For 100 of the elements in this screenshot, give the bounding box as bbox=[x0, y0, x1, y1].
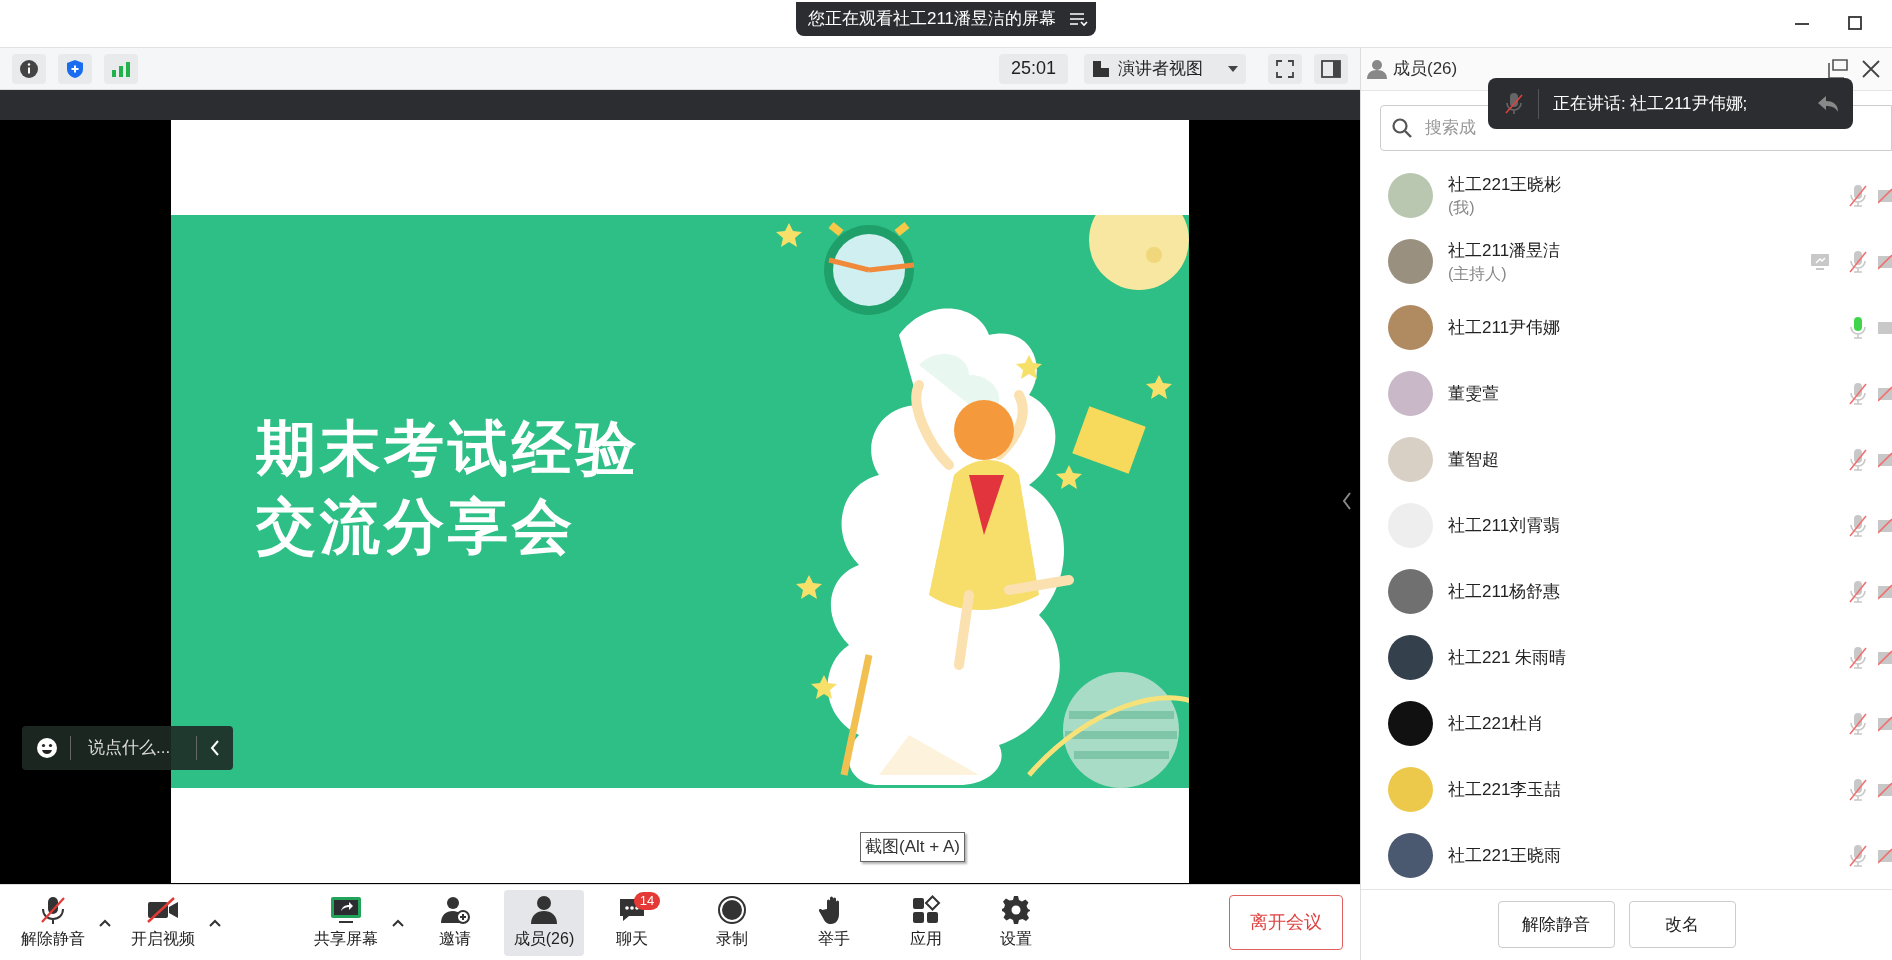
toolbar-button[interactable]: 成员(26) bbox=[504, 889, 584, 956]
member-name: 社工221 朱雨晴 bbox=[1448, 646, 1567, 669]
add-person-icon bbox=[440, 894, 470, 925]
view-mode-dropdown[interactable]: 演讲者视图 bbox=[1084, 53, 1246, 84]
collapse-chevron-icon[interactable] bbox=[1342, 492, 1352, 510]
camera-off-icon bbox=[1878, 845, 1892, 866]
toolbar-button[interactable]: 邀请 bbox=[415, 889, 495, 956]
meeting-timer: 25:01 bbox=[998, 53, 1068, 84]
muted-mic-icon bbox=[1848, 183, 1868, 208]
camera-off-icon bbox=[1878, 515, 1892, 536]
info-icon bbox=[19, 58, 39, 79]
slide-title-line: 期末考试经验 bbox=[256, 414, 641, 484]
toolbar-button[interactable]: 举手 bbox=[794, 889, 874, 956]
avatar bbox=[1388, 701, 1433, 746]
toolbar-button[interactable]: 设置 bbox=[976, 889, 1056, 956]
caret-icon bbox=[1228, 65, 1238, 72]
member-row[interactable]: 社工221杜肖 bbox=[1361, 690, 1892, 757]
sidebar-toggle-button[interactable] bbox=[1314, 53, 1348, 84]
member-name: 董智超 bbox=[1448, 448, 1499, 471]
leave-meeting-button[interactable]: 离开会议 bbox=[1229, 895, 1343, 950]
member-row[interactable]: 董智超 bbox=[1361, 426, 1892, 493]
pop-out-icon[interactable] bbox=[1828, 58, 1848, 79]
record-icon bbox=[717, 894, 747, 925]
menu-icon[interactable] bbox=[1068, 11, 1089, 27]
security-button[interactable] bbox=[58, 53, 92, 84]
toolbar-button[interactable]: 解除静音 bbox=[13, 889, 93, 956]
camera-off-icon bbox=[1878, 581, 1892, 602]
toolbar-button[interactable]: 聊天 14 bbox=[592, 889, 672, 956]
chevron-left-icon[interactable] bbox=[210, 740, 220, 756]
toolbar-button[interactable]: 录制 bbox=[692, 889, 772, 956]
muted-mic-icon bbox=[1848, 513, 1868, 538]
member-name: 社工221王晓雨 bbox=[1448, 844, 1562, 867]
camera-off-icon bbox=[1878, 647, 1892, 668]
camera-off-icon bbox=[1878, 779, 1892, 800]
emoji-icon[interactable] bbox=[36, 737, 58, 759]
muted-mic-icon bbox=[1848, 777, 1868, 802]
member-row[interactable]: 董雯萱 bbox=[1361, 360, 1892, 427]
member-row[interactable]: 社工211潘昱洁 (主持人) bbox=[1361, 228, 1892, 295]
shield-icon bbox=[66, 58, 84, 79]
member-name: 社工221王晓彬 bbox=[1448, 173, 1562, 196]
info-button[interactable] bbox=[12, 53, 46, 84]
member-row[interactable]: 社工211尹伟娜 bbox=[1361, 294, 1892, 361]
camera-off-icon bbox=[1878, 383, 1892, 404]
caret-up-icon bbox=[99, 918, 111, 927]
toolbar-button[interactable]: 应用 bbox=[886, 889, 966, 956]
avatar bbox=[1388, 173, 1433, 218]
avatar bbox=[1388, 437, 1433, 482]
apps-icon bbox=[911, 894, 941, 925]
unread-count-badge: 14 bbox=[634, 891, 660, 910]
banner-text: 您正在观看社工211潘昱洁的屏幕 bbox=[807, 8, 1057, 31]
signal-icon bbox=[111, 60, 131, 77]
member-row[interactable]: 社工211刘霄翡 bbox=[1361, 492, 1892, 559]
minimize-icon[interactable] bbox=[1795, 22, 1809, 26]
caret-up-icon bbox=[392, 918, 404, 927]
member-name: 社工211潘昱洁 bbox=[1448, 239, 1561, 262]
maximize-icon[interactable] bbox=[1848, 16, 1862, 30]
comment-input[interactable]: 说点什么... bbox=[88, 735, 171, 761]
layout-icon bbox=[1092, 59, 1110, 78]
muted-mic-icon bbox=[38, 894, 68, 925]
member-row[interactable]: 社工211杨舒惠 bbox=[1361, 558, 1892, 625]
member-role: (我) bbox=[1448, 197, 1476, 218]
member-name: 社工211尹伟娜 bbox=[1448, 316, 1561, 339]
member-row[interactable]: 社工221王晓彬 (我) bbox=[1361, 162, 1892, 229]
avatar bbox=[1388, 635, 1433, 680]
settings-icon bbox=[1001, 894, 1031, 925]
reply-arrow-icon[interactable] bbox=[1817, 94, 1839, 113]
avatar bbox=[1388, 767, 1433, 812]
signal-button[interactable] bbox=[104, 53, 138, 84]
sidebar-icon bbox=[1321, 59, 1341, 78]
unmute-all-button[interactable]: 解除静音 bbox=[1497, 901, 1615, 949]
muted-mic-icon bbox=[1848, 447, 1868, 472]
toolbar-button[interactable]: 共享屏幕 bbox=[306, 889, 386, 956]
member-name: 社工211刘霄翡 bbox=[1448, 514, 1561, 537]
member-name: 社工221李玉喆 bbox=[1448, 778, 1562, 801]
member-name: 社工221杜肖 bbox=[1448, 712, 1545, 735]
slide-title-line: 交流分享会 bbox=[256, 492, 577, 562]
search-icon bbox=[1392, 117, 1412, 138]
member-row[interactable]: 社工221李玉喆 bbox=[1361, 756, 1892, 823]
avatar bbox=[1388, 833, 1433, 878]
members-icon bbox=[529, 894, 559, 925]
rename-button[interactable]: 改名 bbox=[1628, 901, 1736, 949]
camera-off-icon bbox=[1878, 713, 1892, 734]
muted-mic-icon bbox=[1848, 843, 1868, 868]
muted-mic-icon bbox=[1848, 249, 1868, 274]
share-screen-icon bbox=[329, 894, 363, 925]
close-icon[interactable] bbox=[1862, 59, 1880, 78]
member-row[interactable]: 社工221 朱雨晴 bbox=[1361, 624, 1892, 691]
fullscreen-button[interactable] bbox=[1268, 53, 1302, 84]
camera-off-icon bbox=[1878, 449, 1892, 470]
tooltip: 截图(Alt + A) bbox=[860, 832, 965, 862]
avatar bbox=[1388, 371, 1433, 416]
camera-off-icon bbox=[1878, 251, 1892, 272]
member-row[interactable]: 社工221王晓雨 bbox=[1361, 822, 1892, 889]
avatar bbox=[1388, 239, 1433, 284]
fullscreen-icon bbox=[1276, 59, 1294, 78]
member-name: 董雯萱 bbox=[1448, 382, 1499, 405]
camera-off-icon bbox=[1878, 185, 1892, 206]
muted-mic-icon bbox=[1504, 91, 1524, 116]
muted-mic-icon bbox=[1848, 645, 1868, 670]
toolbar-button[interactable]: 开启视频 bbox=[123, 889, 203, 956]
